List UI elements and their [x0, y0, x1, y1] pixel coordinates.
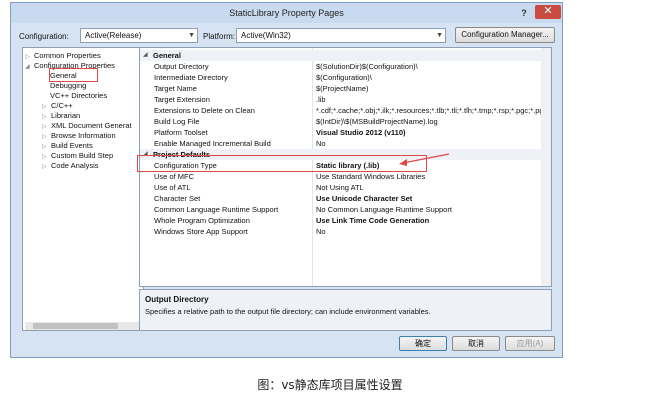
- property-row[interactable]: Windows Store App Support No: [140, 226, 551, 237]
- configuration-value: Active(Release): [85, 31, 142, 40]
- property-name: Intermediate Directory: [154, 73, 228, 82]
- property-name: Use of MFC: [154, 172, 195, 181]
- property-row[interactable]: Intermediate Directory $(Configuration)\: [140, 72, 551, 83]
- property-row[interactable]: Use of ATL Not Using ATL: [140, 182, 551, 193]
- expand-triangle-icon: ▷: [42, 124, 47, 130]
- property-value: Visual Studio 2012 (v110): [316, 128, 406, 137]
- tree-item-browse-information[interactable]: ▷ Browse Information: [42, 131, 116, 140]
- property-row[interactable]: Common Language Runtime Support No Common…: [140, 204, 551, 215]
- expand-triangle-icon: ▷: [42, 144, 47, 150]
- tree-item-debugging[interactable]: Debugging: [50, 81, 86, 90]
- expand-triangle-icon: ▷: [42, 114, 47, 120]
- property-value: Use Link Time Code Generation: [316, 216, 430, 225]
- section-general[interactable]: ◢ General: [140, 50, 551, 61]
- tree-item-code-analysis[interactable]: ▷ Code Analysis: [42, 161, 99, 170]
- expand-triangle-icon: ▷: [42, 154, 47, 160]
- tree-horizontal-scrollbar[interactable]: [25, 322, 142, 330]
- property-name: Whole Program Optimization: [154, 216, 250, 225]
- property-row[interactable]: Enable Managed Incremental Build No: [140, 138, 551, 149]
- tree-item-xml-document[interactable]: ▷ XML Document Generat: [42, 121, 132, 130]
- property-value: $(SolutionDir)$(Configuration)\: [316, 62, 418, 71]
- property-row[interactable]: Whole Program Optimization Use Link Time …: [140, 215, 551, 226]
- property-name: Enable Managed Incremental Build: [154, 139, 271, 148]
- property-value: $(IntDir)\$(MSBuildProjectName).log: [316, 117, 438, 126]
- figure-caption: 图：vs静态库项目属性设置: [257, 378, 403, 392]
- cancel-button[interactable]: 取消: [452, 336, 500, 351]
- property-name: Output Directory: [154, 62, 209, 71]
- property-value: Not Using ATL: [316, 183, 364, 192]
- close-button[interactable]: ✕: [535, 5, 561, 19]
- property-row[interactable]: Build Log File $(IntDir)\$(MSBuildProject…: [140, 116, 551, 127]
- collapse-triangle-icon: ◢: [25, 64, 30, 70]
- property-value: No: [316, 227, 326, 236]
- tree-item-build-events[interactable]: ▷ Build Events: [42, 141, 93, 150]
- tree-item-vc-directories[interactable]: VC++ Directories: [50, 91, 107, 100]
- arrow-shaft: [402, 153, 450, 164]
- tree-item-custom-build-step[interactable]: ▷ Custom Build Step: [42, 151, 113, 160]
- property-row[interactable]: Extensions to Delete on Clean *.cdf;*.cac…: [140, 105, 552, 116]
- chevron-down-icon: ▼: [188, 32, 195, 39]
- property-row[interactable]: Target Extension .lib: [140, 94, 551, 105]
- property-name: Target Name: [154, 84, 197, 93]
- ok-button[interactable]: 确定: [399, 336, 447, 351]
- property-value: .lib: [316, 95, 326, 104]
- property-value: *.cdf;*.cache;*.obj;*.ilk;*.resources;*.…: [316, 106, 552, 115]
- property-tree: ▷ Common Properties ◢ Configuration Proper…: [22, 47, 144, 331]
- property-value: No Common Language Runtime Support: [316, 205, 452, 214]
- chevron-down-icon: ▼: [436, 32, 443, 39]
- property-row[interactable]: Use of MFC Use Standard Windows Libraries: [140, 171, 551, 182]
- description-text: Specifies a relative path to the output …: [145, 307, 431, 316]
- general-highlight-box: [49, 68, 98, 82]
- property-name: Platform Toolset: [154, 128, 208, 137]
- property-name: Windows Store App Support: [154, 227, 248, 236]
- configuration-label: Configuration:: [19, 32, 69, 41]
- red-arrow-icon: [399, 153, 450, 166]
- configuration-manager-button[interactable]: Configuration Manager...: [455, 27, 555, 43]
- property-name: Common Language Runtime Support: [154, 205, 279, 214]
- arrow-head: [399, 159, 407, 166]
- title-bar: StaticLibrary Property Pages ? ✕: [11, 3, 562, 23]
- property-row[interactable]: Platform Toolset Visual Studio 2012 (v110…: [140, 127, 551, 138]
- property-value: $(ProjectName): [316, 84, 369, 93]
- tree-item-librarian[interactable]: ▷ Librarian: [42, 111, 80, 120]
- property-value: No: [316, 139, 326, 148]
- property-name: Build Log File: [154, 117, 200, 126]
- property-row[interactable]: Output Directory $(SolutionDir)$(Configur…: [140, 61, 551, 72]
- description-panel: Output Directory Specifies a relative pa…: [139, 289, 552, 331]
- expand-triangle-icon: ▷: [25, 54, 30, 60]
- apply-button[interactable]: 应用(A): [505, 336, 555, 351]
- collapse-triangle-icon: ◢: [143, 52, 148, 58]
- window-title: StaticLibrary Property Pages: [229, 8, 344, 18]
- property-name: Character Set: [154, 194, 201, 203]
- scrollbar-thumb[interactable]: [33, 323, 118, 329]
- platform-value: Active(Win32): [241, 31, 291, 40]
- tree-item-cpp[interactable]: ▷ C/C++: [42, 101, 73, 110]
- configuration-combo[interactable]: Active(Release) ▼: [80, 28, 198, 43]
- property-name: Use of ATL: [154, 183, 191, 192]
- property-row[interactable]: Target Name $(ProjectName): [140, 83, 551, 94]
- help-button[interactable]: ?: [517, 6, 531, 20]
- expand-triangle-icon: ▷: [42, 134, 47, 140]
- expand-triangle-icon: ▷: [42, 104, 47, 110]
- expand-triangle-icon: ▷: [42, 164, 47, 170]
- property-name: Target Extension: [154, 95, 210, 104]
- property-row[interactable]: Character Set Use Unicode Character Set: [140, 193, 551, 204]
- platform-label: Platform:: [203, 32, 236, 41]
- grid-vertical-scrollbar[interactable]: [541, 48, 551, 286]
- property-value: Use Unicode Character Set: [316, 194, 413, 203]
- property-pages-window: StaticLibrary Property Pages ? ✕ Configu…: [10, 2, 563, 358]
- platform-combo[interactable]: Active(Win32) ▼: [236, 28, 446, 43]
- tree-item-common-properties[interactable]: ▷ Common Properties: [25, 51, 101, 60]
- property-name: Extensions to Delete on Clean: [154, 106, 255, 115]
- description-title: Output Directory: [145, 295, 209, 304]
- property-value: $(Configuration)\: [316, 73, 372, 82]
- configuration-type-highlight-box: [137, 155, 427, 172]
